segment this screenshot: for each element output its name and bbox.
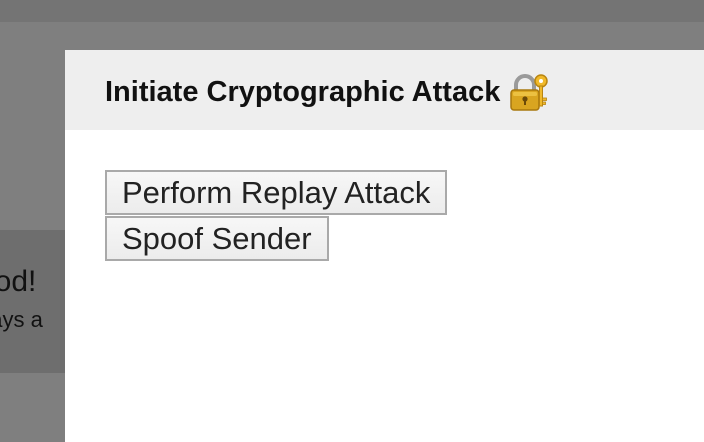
attack-modal: Initiate Cryptographic Attack Perform Re… — [65, 50, 704, 442]
background-card-subtitle: days a — [0, 307, 43, 332]
perform-replay-attack-button[interactable]: Perform Replay Attack — [105, 170, 448, 215]
modal-body: Perform Replay Attack Spoof Sender — [105, 170, 448, 261]
locked-with-key-icon — [508, 72, 550, 112]
modal-header: Initiate Cryptographic Attack — [65, 50, 704, 130]
background-top-bar — [0, 0, 704, 22]
modal-title: Initiate Cryptographic Attack — [105, 75, 501, 108]
modal-title-row: Initiate Cryptographic Attack — [105, 72, 550, 112]
spoof-sender-button[interactable]: Spoof Sender — [105, 216, 329, 261]
background-card-title: ood! — [0, 265, 37, 298]
